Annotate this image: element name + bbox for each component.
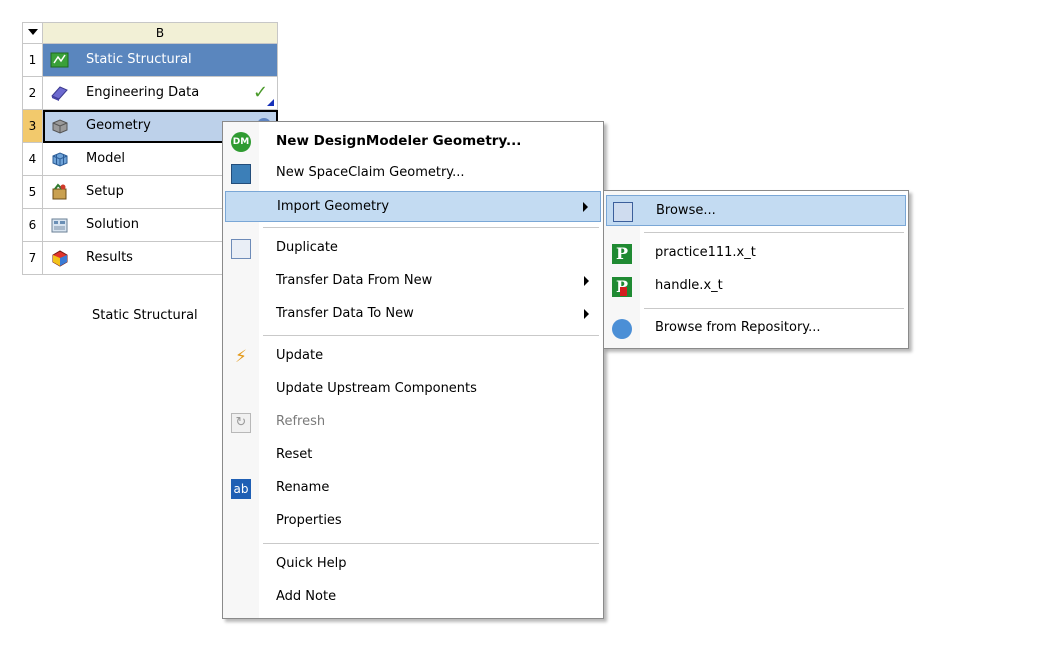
- menu-item-update[interactable]: ⚡ Update: [225, 341, 601, 372]
- menu-item-add-note[interactable]: Add Note: [225, 582, 601, 613]
- row-number: 5: [22, 175, 43, 209]
- parasolid-file-missing-icon: P: [612, 277, 632, 297]
- cell-label: Geometry: [86, 118, 151, 133]
- menu-item-new-spaceclaim-geometry[interactable]: New SpaceClaim Geometry...: [225, 158, 601, 189]
- menu-item-label: Reset: [276, 447, 313, 462]
- menu-item-new-designmodeler-geometry[interactable]: DM New DesignModeler Geometry...: [225, 126, 601, 157]
- submenu-item-browse-from-repository[interactable]: Browse from Repository...: [606, 313, 906, 344]
- row-number: 6: [22, 208, 43, 242]
- row-number: 2: [22, 76, 43, 110]
- menu-item-label: Quick Help: [276, 556, 347, 571]
- menu-item-label: New DesignModeler Geometry...: [276, 133, 522, 149]
- menu-item-refresh[interactable]: ↻ Refresh: [225, 407, 601, 438]
- cell-label: Model: [86, 151, 126, 166]
- menu-item-duplicate[interactable]: Duplicate: [225, 233, 601, 264]
- submenu-arrow-icon: [584, 309, 589, 319]
- up-to-date-check-icon: ✓: [253, 82, 269, 103]
- menu-item-label: New SpaceClaim Geometry...: [276, 165, 465, 180]
- menu-item-update-upstream-components[interactable]: Update Upstream Components: [225, 374, 601, 405]
- menu-item-label: practice111.x_t: [655, 245, 756, 260]
- menu-item-label: Add Note: [276, 589, 337, 604]
- menu-item-label: Browse from Repository...: [655, 320, 821, 335]
- menu-item-transfer-data-to-new[interactable]: Transfer Data To New: [225, 299, 601, 330]
- menu-item-transfer-data-from-new[interactable]: Transfer Data From New: [225, 266, 601, 297]
- menu-item-label: Properties: [276, 513, 342, 528]
- solution-icon: [51, 218, 68, 233]
- menu-separator: [263, 543, 599, 544]
- system-caption[interactable]: Static Structural: [92, 308, 198, 323]
- menu-item-label: Import Geometry: [277, 199, 390, 214]
- menu-item-rename[interactable]: ab Rename: [225, 473, 601, 504]
- collapse-arrow-icon[interactable]: [22, 22, 43, 44]
- geometry-icon: [52, 119, 68, 134]
- duplicate-icon: [231, 239, 251, 259]
- cell-label: Setup: [86, 184, 124, 199]
- menu-item-import-geometry[interactable]: Import Geometry: [225, 191, 601, 222]
- setup-icon: [52, 183, 67, 200]
- import-geometry-submenu: Browse... P practice111.x_t P handle.x_t…: [603, 190, 909, 349]
- menu-item-label: Browse...: [656, 203, 716, 218]
- menu-item-label: Duplicate: [276, 240, 338, 255]
- row-number: 7: [22, 241, 43, 275]
- cell-label: Results: [86, 250, 133, 265]
- menu-item-reset[interactable]: Reset: [225, 440, 601, 471]
- rename-icon: ab: [231, 479, 251, 499]
- menu-item-label: handle.x_t: [655, 278, 723, 293]
- spaceclaim-icon: [231, 164, 251, 184]
- update-lightning-icon: ⚡: [235, 347, 247, 367]
- cell-label: Solution: [86, 217, 139, 232]
- menu-item-label: Refresh: [276, 414, 326, 429]
- cell-corner-marker: [267, 99, 274, 106]
- column-letter: B: [42, 22, 278, 44]
- submenu-item-practice111[interactable]: P practice111.x_t: [606, 238, 906, 269]
- repository-icon: [612, 319, 632, 339]
- row-number: 3: [22, 109, 43, 143]
- row-number: 1: [22, 43, 43, 77]
- browse-icon: [613, 202, 633, 222]
- menu-item-properties[interactable]: Properties: [225, 506, 601, 537]
- designmodeler-icon: DM: [231, 132, 251, 152]
- submenu-arrow-icon: [583, 202, 588, 212]
- system-header-row: B: [22, 22, 278, 44]
- menu-separator: [644, 232, 904, 233]
- parasolid-file-icon: P: [612, 244, 632, 264]
- system-row-title[interactable]: 1 Static Structural: [22, 43, 278, 77]
- menu-separator: [263, 335, 599, 336]
- menu-item-label: Rename: [276, 480, 330, 495]
- menu-separator: [644, 308, 904, 309]
- model-icon: [52, 152, 68, 167]
- engineering-data-icon: [51, 86, 68, 101]
- submenu-arrow-icon: [584, 276, 589, 286]
- menu-item-label: Update: [276, 348, 324, 363]
- menu-item-label: Update Upstream Components: [276, 381, 477, 396]
- row-number: 4: [22, 142, 43, 176]
- context-menu: DM New DesignModeler Geometry... New Spa…: [222, 121, 604, 619]
- system-row-engineering-data[interactable]: 2 Engineering Data ✓: [22, 76, 278, 110]
- static-structural-icon: [50, 52, 69, 68]
- system-title-label: Static Structural: [86, 52, 192, 67]
- submenu-item-handle[interactable]: P handle.x_t: [606, 271, 906, 302]
- refresh-icon: ↻: [231, 413, 251, 433]
- missing-file-badge-icon: [620, 287, 627, 296]
- results-icon: [52, 250, 68, 267]
- menu-item-label: Transfer Data From New: [276, 273, 433, 288]
- menu-separator: [263, 227, 599, 228]
- submenu-item-browse[interactable]: Browse...: [606, 195, 906, 226]
- cell-label: Engineering Data: [86, 85, 200, 100]
- menu-item-quick-help[interactable]: Quick Help: [225, 549, 601, 580]
- menu-item-label: Transfer Data To New: [276, 306, 414, 321]
